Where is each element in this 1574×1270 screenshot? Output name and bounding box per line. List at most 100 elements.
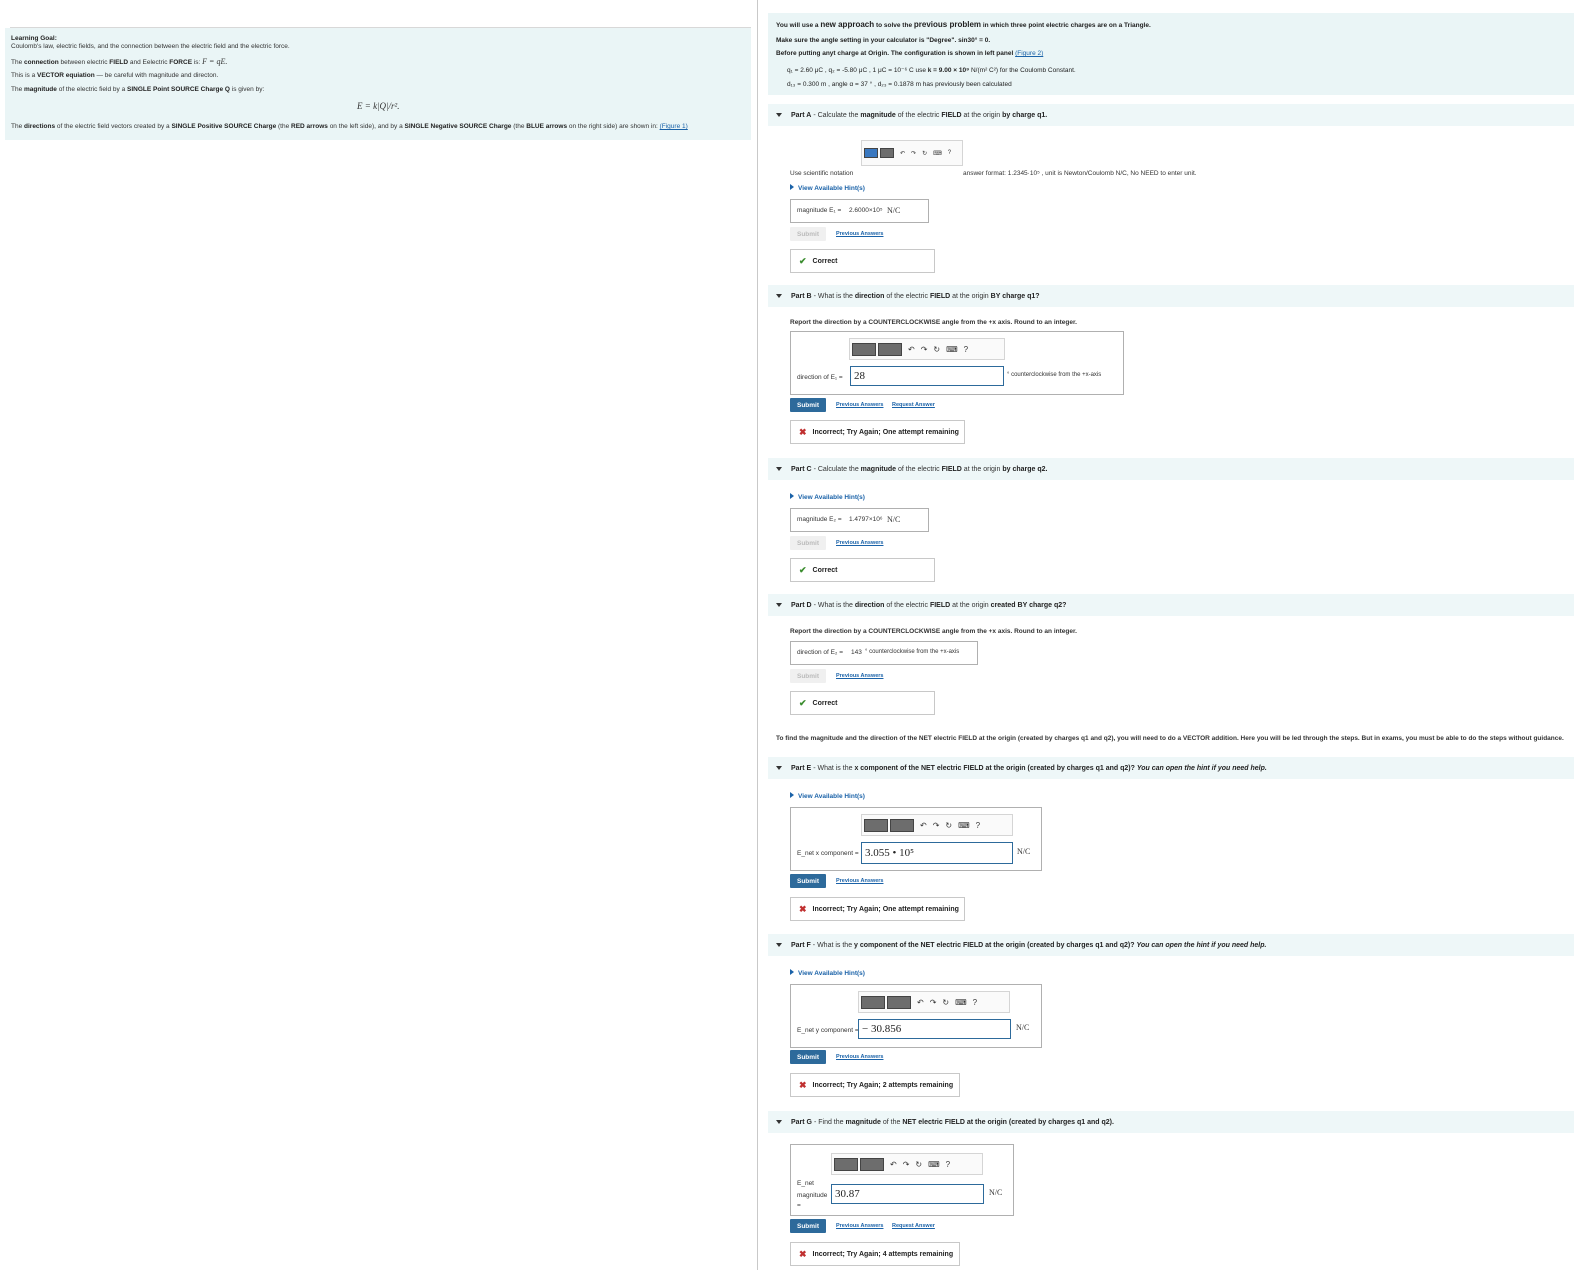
answer-input-g[interactable]: 30.87 [831,1184,984,1204]
answer-label-c: magnitude E₂ = [797,516,842,523]
cross-icon: ✖ [799,903,807,914]
answer-input-b[interactable]: 28 [850,366,1004,386]
answer-box-e: ↶ ↷ ↻ ⌨ ? E_net x component = 3.055 • 10… [790,807,1042,871]
previous-answers-link-a[interactable]: Previous Answers [836,231,883,237]
connection-line: The connection between electric FIELD an… [11,57,228,66]
symbols-button[interactable] [880,148,894,158]
coulomb-formula: E = k|Q|/r². [357,101,400,111]
help-icon[interactable]: ? [973,998,977,1007]
cross-icon: ✖ [799,1248,807,1259]
chevron-down-icon [776,603,782,607]
submit-button-b[interactable]: Submit [790,398,826,412]
keyboard-icon[interactable]: ⌨ [933,150,942,157]
help-icon[interactable]: ? [946,1160,950,1169]
submit-button-c[interactable]: Submit [790,536,826,550]
undo-icon[interactable]: ↶ [917,998,924,1007]
figure-2-link[interactable]: (Figure 2) [1015,50,1043,57]
keyboard-icon[interactable]: ⌨ [958,821,970,830]
redo-icon[interactable]: ↷ [903,1160,910,1169]
keyboard-icon[interactable]: ⌨ [955,998,967,1007]
redo-icon[interactable]: ↷ [911,150,916,157]
hint-link-a[interactable]: View Available Hint(s) [790,184,865,192]
answer-label-a: magnitude E₁ = [797,207,842,214]
chevron-down-icon [776,943,782,947]
reset-icon[interactable]: ↻ [922,150,927,157]
answer-value-d: 143 [851,649,862,656]
undo-icon[interactable]: ↶ [908,345,915,354]
reset-icon[interactable]: ↻ [942,998,949,1007]
feedback-a: ✔ Correct [790,249,935,273]
answer-unit-d: ° counterclockwise from the +x-axis [865,649,960,655]
math-toolbar: ↶ ↷ ↻ ⌨ ? [861,140,963,166]
answer-input-f[interactable]: − 30.856 [858,1019,1011,1039]
template-button[interactable] [864,148,878,158]
template-button[interactable] [861,995,885,1009]
keyboard-icon[interactable]: ⌨ [928,1160,940,1169]
previous-answers-link-c[interactable]: Previous Answers [836,540,883,546]
previous-answers-link-g[interactable]: Previous Answers [836,1223,883,1229]
redo-icon[interactable]: ↷ [933,821,940,830]
reset-icon[interactable]: ↻ [945,821,952,830]
symbols-button[interactable] [878,342,902,356]
hint-link-f[interactable]: View Available Hint(s) [790,969,865,977]
redo-icon[interactable]: ↷ [921,345,928,354]
part-b-instruction: Report the direction by a COUNTERCLOCKWI… [790,319,1077,326]
part-f-header[interactable]: Part F - What is the y component of the … [768,934,1574,956]
feedback-b: ✖ Incorrect; Try Again; One attempt rema… [790,420,965,444]
submit-button-g[interactable]: Submit [790,1219,826,1233]
feedback-d: ✔ Correct [790,691,935,715]
undo-icon[interactable]: ↶ [890,1160,897,1169]
reset-icon[interactable]: ↻ [933,345,940,354]
answer-format-note: answer format: 1.2345·10⁵ , unit is Newt… [963,170,1197,177]
part-d-header[interactable]: Part D - What is the direction of the el… [768,594,1574,616]
part-a-header[interactable]: Part A - Calculate the magnitude of the … [768,104,1574,126]
previous-answers-link-b[interactable]: Previous Answers [836,402,883,408]
keyboard-icon[interactable]: ⌨ [946,345,958,354]
template-button[interactable] [864,818,888,832]
request-answer-link-b[interactable]: Request Answer [892,402,935,408]
symbols-button[interactable] [890,818,914,832]
submit-button-d[interactable]: Submit [790,669,826,683]
symbols-button[interactable] [887,995,911,1009]
learning-goal-title: Learning Goal: [11,35,57,42]
answer-box-a: magnitude E₁ = 2.6000×10⁵ N/C [790,199,929,223]
answer-unit-g: N/C [989,1188,1003,1197]
part-g-title: Part G - Find the magnitude of the NET e… [791,1118,1114,1126]
part-f-title: Part F - What is the y component of the … [791,941,1267,949]
submit-button-f[interactable]: Submit [790,1050,826,1064]
redo-icon[interactable]: ↷ [930,998,937,1007]
reset-icon[interactable]: ↻ [915,1160,922,1169]
submit-button-e[interactable]: Submit [790,874,826,888]
part-g-header[interactable]: Part G - Find the magnitude of the NET e… [768,1111,1574,1133]
template-button[interactable] [852,342,876,356]
help-icon[interactable]: ? [948,150,951,156]
undo-icon[interactable]: ↶ [920,821,927,830]
feedback-g: ✖ Incorrect; Try Again; 4 attempts remai… [790,1242,960,1266]
learning-goal-text: Coulomb's law, electric fields, and the … [11,43,290,50]
previous-answers-link-f[interactable]: Previous Answers [836,1054,883,1060]
help-icon[interactable]: ? [976,821,980,830]
part-d-title: Part D - What is the direction of the el… [791,601,1067,609]
part-e-header[interactable]: Part E - What is the x component of the … [768,757,1574,779]
help-icon[interactable]: ? [964,345,968,354]
vector-line: This is a VECTOR equiation — be careful … [11,72,219,79]
template-button[interactable] [834,1157,858,1171]
part-c-header[interactable]: Part C - Calculate the magnitude of the … [768,458,1574,480]
undo-icon[interactable]: ↶ [900,150,905,157]
intro-line-4: q₁ = 2.60 μC , q₂ = -5.80 μC , 1 μC = 10… [787,67,1076,74]
previous-answers-link-e[interactable]: Previous Answers [836,878,883,884]
figure-1-link[interactable]: (Figure 1) [660,123,688,130]
answer-input-e[interactable]: 3.055 • 10⁵ [861,842,1013,864]
answer-box-b: ↶ ↷ ↻ ⌨ ? direction of E₁ = 28 ° counter… [790,331,1124,395]
hint-link-e[interactable]: View Available Hint(s) [790,792,865,800]
part-b-header[interactable]: Part B - What is the direction of the el… [768,285,1574,307]
sci-notation-note: Use scientific notation [790,170,854,177]
request-answer-link-g[interactable]: Request Answer [892,1223,935,1229]
symbols-button[interactable] [860,1157,884,1171]
answer-unit-e: N/C [1017,847,1031,856]
answer-value-a: 2.6000×10⁵ [849,207,883,214]
hint-link-c[interactable]: View Available Hint(s) [790,493,865,501]
feedback-c: ✔ Correct [790,558,935,582]
previous-answers-link-d[interactable]: Previous Answers [836,673,883,679]
submit-button-a[interactable]: Submit [790,227,826,241]
